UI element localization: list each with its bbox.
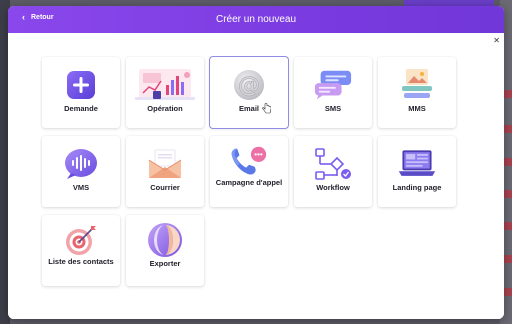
modal-title: Créer un nouveau [215, 14, 297, 25]
card-label: SMS [324, 104, 342, 113]
card-label: Email [238, 104, 259, 113]
card-label: Campagne d'appel [215, 178, 283, 187]
modal-header: ‹ Retour Créer un nouveau [8, 6, 504, 33]
card-operation[interactable]: Opération [126, 57, 204, 128]
workflow-icon [313, 147, 353, 181]
at-sign-icon: @ [229, 68, 269, 102]
export-icon [145, 223, 185, 257]
card-label: Courrier [150, 183, 180, 192]
envelope-icon [145, 147, 185, 181]
plus-icon [61, 68, 101, 102]
card-mms[interactable]: MMS [378, 57, 456, 128]
card-email[interactable]: @ Email [209, 56, 289, 129]
card-courrier[interactable]: Courrier [126, 136, 204, 207]
create-new-modal: ‹ Retour Créer un nouveau ✕ Demande Opér… [8, 6, 504, 319]
card-label: Liste des contacts [48, 257, 114, 266]
card-campagne-appel[interactable]: Campagne d'appel [210, 136, 288, 207]
modal-body: ✕ Demande Opération @ Email SMS MMS VMS … [8, 33, 504, 319]
card-workflow[interactable]: Workflow [294, 136, 372, 207]
card-label: MMS [408, 104, 426, 113]
card-sms[interactable]: SMS [294, 57, 372, 128]
back-button-label: Retour [31, 14, 54, 21]
chevron-left-icon: ‹ [22, 12, 25, 22]
card-label: Workflow [316, 183, 350, 192]
card-label: Opération [147, 104, 183, 113]
chat-bubbles-icon [313, 68, 353, 102]
card-label: Exporter [149, 259, 181, 268]
create-options-grid: Demande Opération @ Email SMS MMS VMS Co… [42, 56, 456, 286]
back-button[interactable]: ‹ Retour [22, 13, 54, 22]
card-exporter[interactable]: Exporter [126, 215, 204, 286]
analytics-icon [132, 68, 198, 102]
laptop-icon [397, 147, 437, 181]
card-label: Demande [64, 104, 98, 113]
card-liste-contacts[interactable]: Liste des contacts [42, 215, 120, 286]
voice-message-icon [61, 147, 101, 181]
card-demande[interactable]: Demande [42, 57, 120, 128]
card-landing-page[interactable]: Landing page [378, 136, 456, 207]
card-label: VMS [72, 183, 90, 192]
svg-text:@: @ [238, 73, 260, 98]
phone-call-icon [229, 144, 269, 178]
target-icon [61, 223, 101, 257]
card-label: Landing page [392, 183, 442, 192]
card-vms[interactable]: VMS [42, 136, 120, 207]
close-icon[interactable]: ✕ [493, 36, 500, 45]
image-message-icon [397, 68, 437, 102]
hand-cursor-icon [262, 101, 272, 119]
